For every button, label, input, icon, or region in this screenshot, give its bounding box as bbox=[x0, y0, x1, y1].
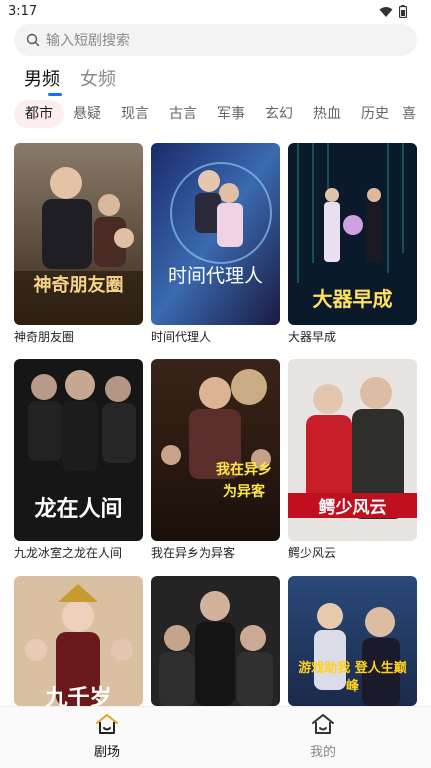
gender-tabs: 男频 女频 bbox=[24, 66, 116, 96]
drama-poster[interactable]: 我在异乡为异客 bbox=[151, 359, 280, 541]
drama-poster[interactable]: 神奇朋友圈 bbox=[14, 143, 143, 325]
category-chip[interactable]: 都市 bbox=[14, 100, 64, 128]
poster-title-art: 时间代理人 bbox=[167, 265, 263, 287]
drama-title: 大器早成 bbox=[288, 330, 337, 344]
status-icons bbox=[379, 5, 407, 18]
poster-title-art: 游戏助我 登人生巅峰 bbox=[298, 661, 407, 694]
drama-poster[interactable]: 大器早成 bbox=[288, 143, 417, 325]
status-bar: 3:17 bbox=[0, 0, 431, 24]
wifi-icon bbox=[379, 6, 393, 17]
tab-indicator bbox=[48, 93, 62, 96]
drama-poster[interactable]: 九千岁 bbox=[14, 576, 143, 706]
poster-title-art: 龙在人间 bbox=[34, 497, 123, 522]
drama-title: 神奇朋友圈 bbox=[14, 330, 75, 344]
drama-poster[interactable]: 游戏助我 登人生巅峰 bbox=[288, 576, 417, 706]
drama-poster[interactable]: 时间代理人 bbox=[151, 143, 280, 325]
category-row: 都市 悬疑 现言 古言 军事 玄幻 热血 历史 喜 bbox=[14, 100, 431, 128]
drama-card[interactable]: 鳄少风云 鳄少风云 bbox=[288, 359, 417, 561]
drama-card[interactable]: 游戏助我 登人生巅峰 bbox=[288, 576, 417, 706]
status-time: 3:17 bbox=[8, 4, 38, 19]
drama-title: 时间代理人 bbox=[151, 330, 212, 344]
drama-card[interactable]: 龙在人间 九龙冰室之龙在人间 bbox=[14, 359, 143, 561]
poster-title-art: 我在异乡为异客 bbox=[216, 462, 272, 500]
drama-card[interactable]: 神奇朋友圈 神奇朋友圈 bbox=[14, 143, 143, 345]
battery-icon bbox=[399, 5, 407, 18]
search-input[interactable]: 输入短剧搜索 bbox=[14, 24, 417, 56]
bottom-nav: 剧场 我的 bbox=[0, 706, 431, 768]
nav-theater-label: 剧场 bbox=[93, 745, 120, 760]
category-chip[interactable]: 现言 bbox=[112, 100, 158, 128]
drama-card[interactable] bbox=[151, 576, 280, 706]
drama-card[interactable]: 九千岁 bbox=[14, 576, 143, 706]
drama-poster[interactable] bbox=[151, 576, 280, 706]
category-chip[interactable]: 热血 bbox=[304, 100, 350, 128]
drama-card[interactable]: 我在异乡为异客 我在异乡为异客 bbox=[151, 359, 280, 561]
drama-title: 九龙冰室之龙在人间 bbox=[14, 546, 123, 560]
tab-female-label: 女频 bbox=[80, 69, 116, 90]
category-chip[interactable]: 古言 bbox=[160, 100, 206, 128]
drama-title: 我在异乡为异客 bbox=[151, 546, 236, 560]
search-placeholder: 输入短剧搜索 bbox=[46, 33, 130, 49]
nav-theater[interactable]: 剧场 bbox=[67, 713, 147, 760]
drama-poster[interactable]: 鳄少风云 bbox=[288, 359, 417, 541]
nav-mine[interactable]: 我的 bbox=[283, 713, 363, 760]
nav-mine-label: 我的 bbox=[309, 745, 336, 760]
poster-title-art: 九千岁 bbox=[45, 686, 112, 706]
category-chip[interactable]: 喜 bbox=[402, 100, 431, 128]
drama-poster[interactable]: 龙在人间 bbox=[14, 359, 143, 541]
home-icon bbox=[96, 714, 118, 734]
drama-card[interactable]: 时间代理人 时间代理人 bbox=[151, 143, 280, 345]
search-icon bbox=[26, 33, 40, 47]
category-chip[interactable]: 悬疑 bbox=[64, 100, 110, 128]
poster-title-art: 大器早成 bbox=[312, 287, 393, 311]
poster-title-art: 鳄少风云 bbox=[288, 493, 417, 518]
category-chip[interactable]: 玄幻 bbox=[256, 100, 302, 128]
category-chip[interactable]: 军事 bbox=[208, 100, 254, 128]
tab-female[interactable]: 女频 bbox=[80, 66, 116, 94]
drama-title: 鳄少风云 bbox=[288, 546, 337, 560]
home-icon bbox=[312, 714, 334, 734]
tab-male-label: 男频 bbox=[24, 69, 60, 90]
tab-male[interactable]: 男频 bbox=[24, 66, 62, 96]
poster-title-art: 神奇朋友圈 bbox=[33, 275, 124, 296]
drama-card[interactable]: 大器早成 大器早成 bbox=[288, 143, 417, 345]
category-chip[interactable]: 历史 bbox=[352, 100, 398, 128]
